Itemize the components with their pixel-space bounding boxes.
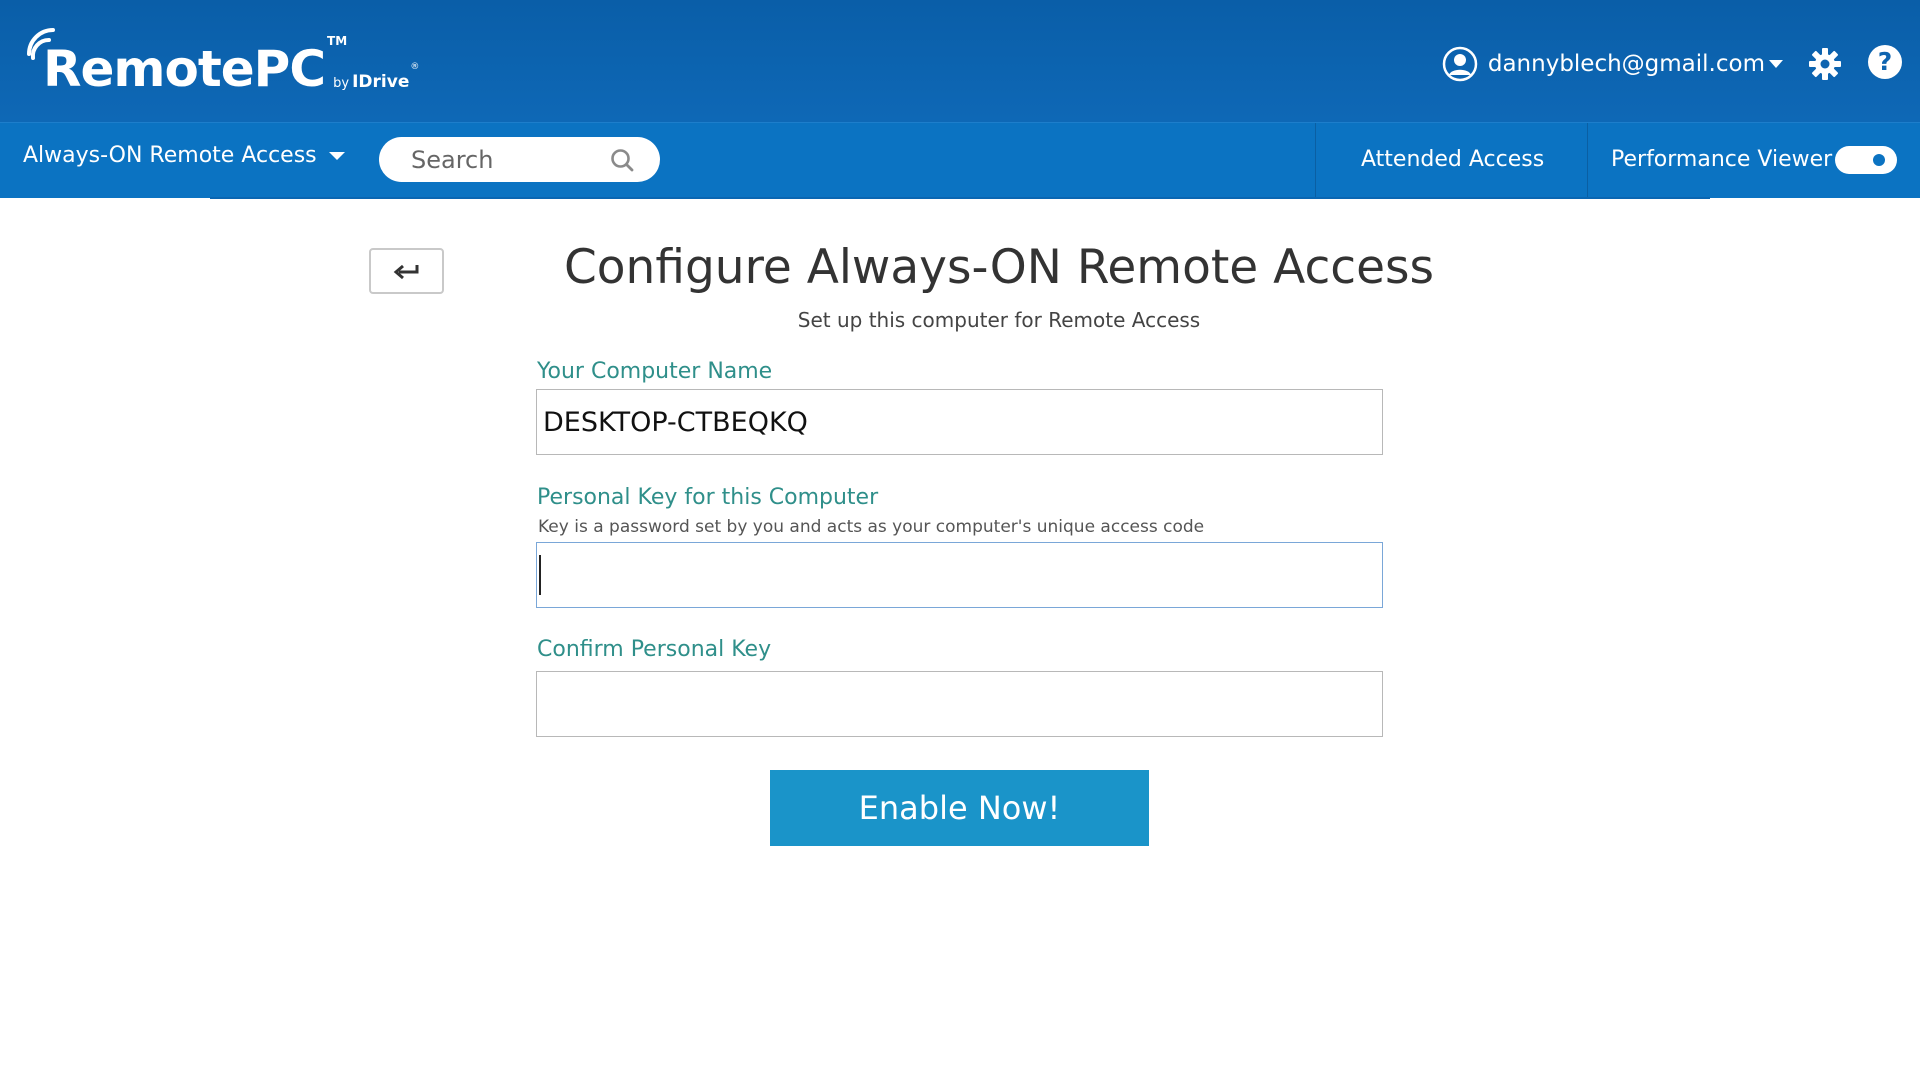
gear-icon[interactable] [1808, 47, 1842, 81]
account-menu[interactable]: dannyblech@gmail.com [1442, 46, 1783, 82]
page-subtitle-text: Set up this computer for Remote Access [797, 308, 1201, 332]
account-email: dannyblech@gmail.com [1487, 51, 1765, 77]
logo-trademark: TM [327, 34, 348, 48]
nav-divider [1587, 123, 1588, 199]
performance-viewer-toggle[interactable] [1835, 146, 1897, 174]
remotepc-logo[interactable]: RemotePC TM by IDrive ® [27, 20, 419, 100]
page-title-text: Configure Always-ON Remote Access [563, 240, 1435, 295]
personal-key-field[interactable] [536, 542, 1383, 608]
always-on-dropdown[interactable]: Always-ON Remote Access [23, 143, 345, 168]
chevron-down-icon [1769, 60, 1783, 68]
nav-underline [210, 197, 1710, 199]
toggle-knob [1873, 154, 1885, 166]
search-input[interactable] [411, 145, 601, 174]
text-cursor [539, 555, 541, 595]
logo-byline: by IDrive [333, 72, 409, 92]
confirm-key-label: Confirm Personal Key [537, 637, 772, 662]
logo-by: by [333, 76, 350, 91]
computer-name-field[interactable] [536, 389, 1383, 455]
confirm-key-field[interactable] [536, 671, 1383, 737]
computer-name-label: Your Computer Name [537, 359, 773, 384]
personal-key-label: Personal Key for this Computer [537, 485, 879, 510]
nav-bar: Always-ON Remote Access Attended Access … [0, 122, 1920, 199]
page-subtitle: Set up this computer for Remote Access [0, 308, 1920, 332]
chevron-down-icon [328, 151, 345, 160]
always-on-dropdown-label: Always-ON Remote Access [23, 143, 317, 168]
personal-key-help: Key is a password set by you and acts as… [538, 517, 1205, 537]
search-icon[interactable] [610, 148, 634, 172]
enable-now-button[interactable]: Enable Now! [770, 770, 1149, 846]
logo-registered: ® [410, 62, 420, 72]
signal-waves-icon [27, 28, 55, 60]
attended-access-link[interactable]: Attended Access [1361, 147, 1544, 172]
performance-viewer-label: Performance Viewer [1611, 147, 1833, 172]
help-icon[interactable]: ? [1868, 45, 1902, 79]
logo-name: RemotePC [43, 40, 326, 98]
logo-brand: IDrive [352, 72, 410, 92]
user-icon [1442, 46, 1478, 82]
nav-divider [1315, 123, 1316, 199]
search-box [379, 137, 660, 182]
top-header: RemotePC TM by IDrive ® dannyblech@gmail.… [0, 0, 1920, 122]
page-title: Configure Always-ON Remote Access [0, 240, 1920, 295]
